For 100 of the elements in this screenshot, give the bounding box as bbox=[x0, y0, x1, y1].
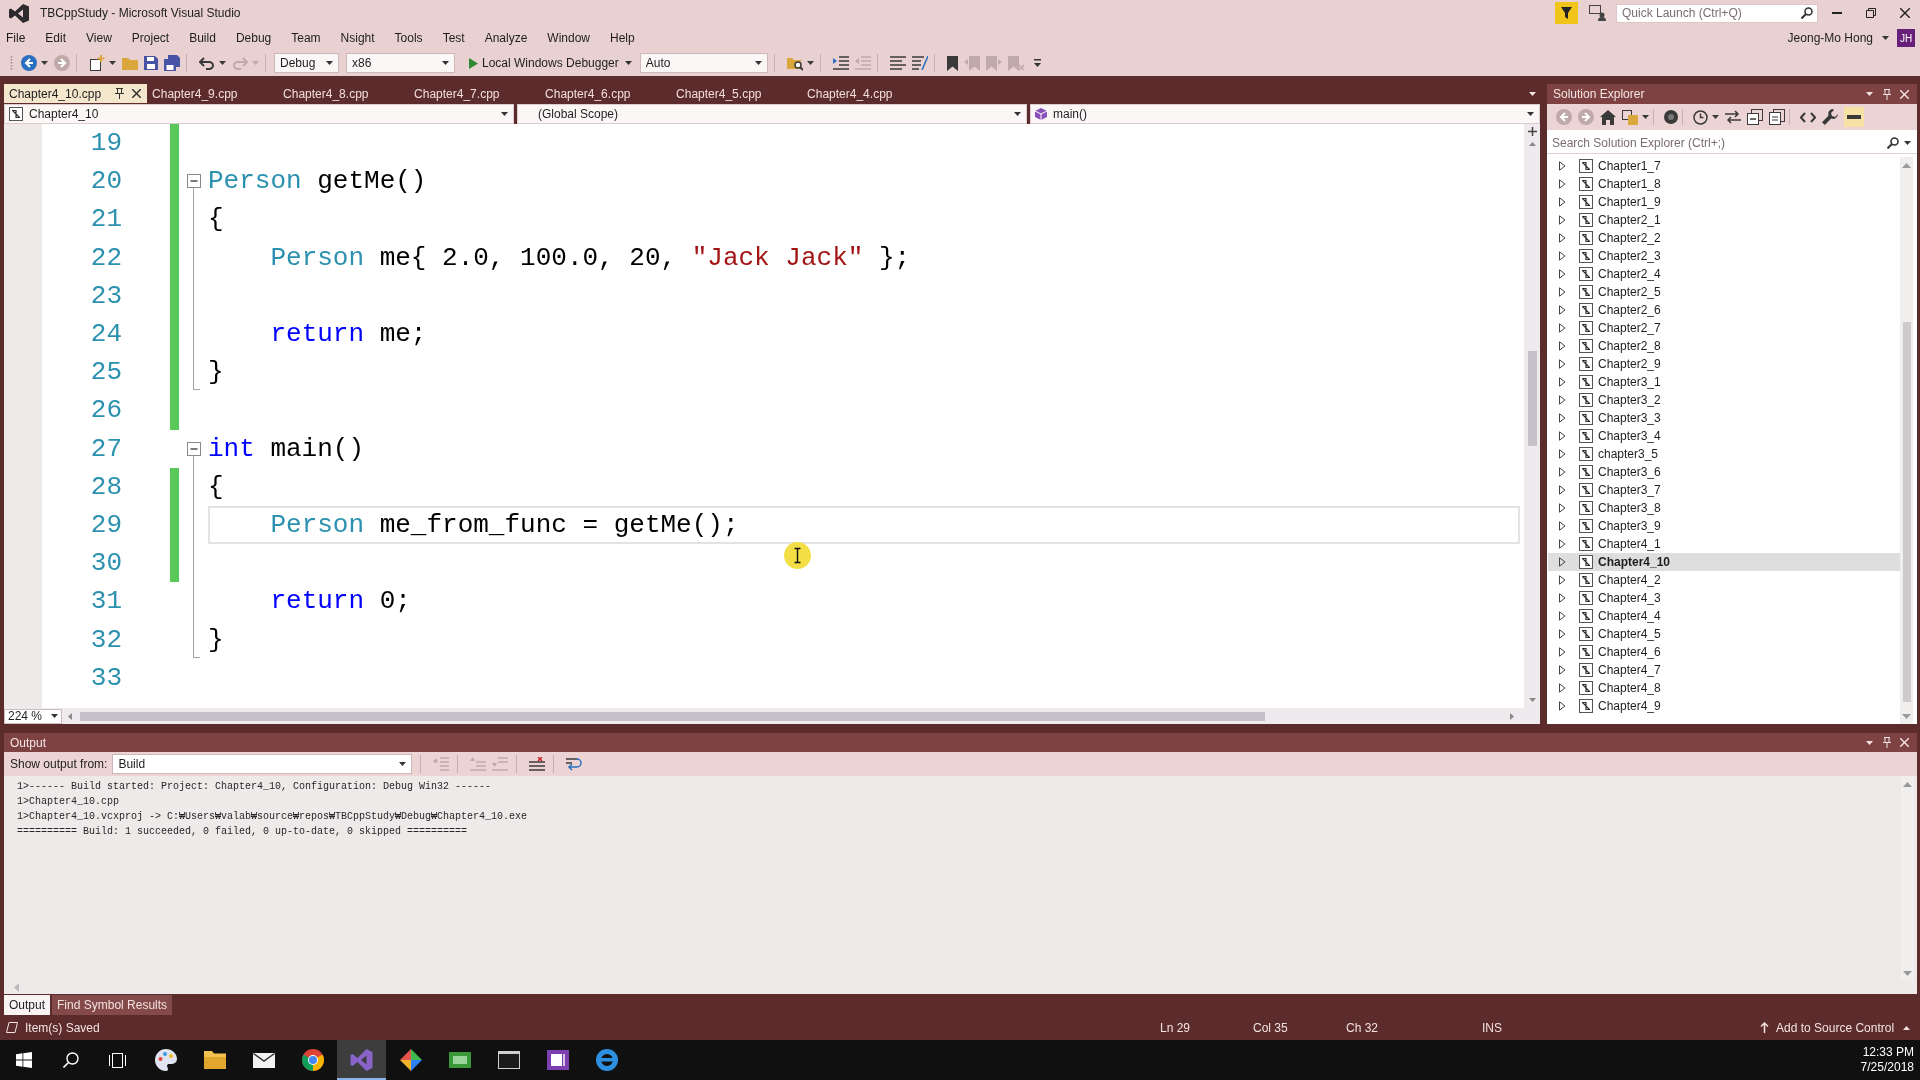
target-dropdown[interactable]: Auto bbox=[639, 53, 768, 73]
files-icon[interactable] bbox=[1769, 109, 1785, 125]
tree-item[interactable]: Chapter3_8 bbox=[1548, 499, 1900, 517]
tree-item[interactable]: Chapter4_2 bbox=[1548, 571, 1900, 589]
tree-item[interactable]: Chapter4_5 bbox=[1548, 625, 1900, 643]
expand-arrow-icon[interactable] bbox=[1559, 323, 1566, 333]
user-avatar[interactable]: JH bbox=[1897, 29, 1915, 47]
tree-item[interactable]: Chapter4_3 bbox=[1548, 589, 1900, 607]
expand-arrow-icon[interactable] bbox=[1559, 197, 1566, 207]
tree-item[interactable]: Chapter2_8 bbox=[1548, 337, 1900, 355]
expand-arrow-icon[interactable] bbox=[1559, 701, 1566, 711]
menu-item[interactable]: Project bbox=[121, 29, 180, 47]
menu-item[interactable]: Team bbox=[281, 29, 331, 47]
expand-arrow-icon[interactable] bbox=[1559, 467, 1566, 477]
tree-item[interactable]: Chapter3_9 bbox=[1548, 517, 1900, 535]
collapse-icon[interactable] bbox=[186, 441, 201, 456]
expand-arrow-icon[interactable] bbox=[1559, 395, 1566, 405]
tree-item[interactable]: Chapter2_1 bbox=[1548, 211, 1900, 229]
tree-item[interactable]: Chapter4_4 bbox=[1548, 607, 1900, 625]
folder-icon[interactable] bbox=[202, 1048, 227, 1072]
funnel-icon[interactable] bbox=[1555, 2, 1578, 24]
palette-icon[interactable] bbox=[153, 1048, 178, 1072]
caret-icon[interactable] bbox=[442, 61, 449, 65]
project-dropdown[interactable]: Chapter4_10 bbox=[4, 104, 514, 124]
caret-icon[interactable] bbox=[754, 61, 762, 65]
zoom-dropdown[interactable]: 224 % bbox=[4, 708, 62, 724]
minus-icon[interactable] bbox=[1844, 107, 1864, 127]
user-name[interactable]: Jeong-Mo Hong bbox=[1787, 31, 1873, 45]
lines-icon[interactable] bbox=[889, 56, 906, 70]
document-tab[interactable]: Chapter4_9.cpp bbox=[147, 84, 279, 103]
two-squares-icon[interactable] bbox=[1622, 109, 1638, 125]
caret-icon[interactable] bbox=[624, 61, 632, 65]
scroll-right-icon[interactable] bbox=[1510, 712, 1514, 720]
caret-icon[interactable] bbox=[399, 762, 407, 766]
menu-item[interactable]: Edit bbox=[35, 29, 77, 47]
tree-item[interactable]: Chapter3_2 bbox=[1548, 391, 1900, 409]
tree-item[interactable]: Chapter3_4 bbox=[1548, 427, 1900, 445]
scroll-down-icon[interactable] bbox=[1528, 698, 1536, 702]
tree-item[interactable]: Chapter2_5 bbox=[1548, 283, 1900, 301]
tree-item[interactable]: Chapter4_9 bbox=[1548, 697, 1900, 715]
caret-icon[interactable] bbox=[326, 61, 333, 65]
tree-item[interactable]: Chapter4_1 bbox=[1548, 535, 1900, 553]
tree-item[interactable]: Chapter2_7 bbox=[1548, 319, 1900, 337]
caret-icon[interactable] bbox=[109, 61, 116, 65]
expand-arrow-icon[interactable] bbox=[1559, 629, 1566, 639]
expand-arrow-icon[interactable] bbox=[1559, 485, 1566, 495]
caret-icon[interactable] bbox=[1712, 115, 1719, 119]
wrench-icon[interactable] bbox=[1822, 109, 1838, 125]
new-project-icon[interactable] bbox=[89, 55, 105, 71]
expand-arrow-icon[interactable] bbox=[1559, 503, 1566, 513]
expand-arrow-icon[interactable] bbox=[1559, 215, 1566, 225]
document-tab[interactable]: Chapter4_5.cpp bbox=[671, 84, 803, 103]
back-icon[interactable] bbox=[21, 55, 37, 71]
menu-item[interactable]: Tools bbox=[384, 29, 433, 47]
caret-icon[interactable] bbox=[1529, 91, 1536, 96]
expand-arrow-icon[interactable] bbox=[1559, 161, 1566, 171]
plus-icon[interactable] bbox=[1527, 127, 1537, 136]
caret-icon[interactable] bbox=[1903, 1025, 1910, 1030]
expand-arrow-icon[interactable] bbox=[1559, 593, 1566, 603]
expand-arrow-icon[interactable] bbox=[1559, 539, 1566, 549]
document-tab[interactable]: Chapter4_7.cpp bbox=[409, 84, 541, 103]
ribbon-logo-icon[interactable] bbox=[337, 1040, 386, 1080]
sync-arrows-icon[interactable] bbox=[1725, 110, 1741, 124]
tree-item[interactable]: Chapter3_1 bbox=[1548, 373, 1900, 391]
panel-tab[interactable]: Output bbox=[4, 995, 51, 1015]
expand-arrow-icon[interactable] bbox=[1559, 557, 1566, 567]
menu-item[interactable]: Analyze bbox=[474, 29, 538, 47]
expand-arrow-icon[interactable] bbox=[1559, 683, 1566, 693]
folder-search-icon[interactable] bbox=[786, 55, 803, 71]
indent-icon[interactable] bbox=[832, 56, 849, 70]
diamond-icon[interactable] bbox=[398, 1048, 423, 1072]
expand-arrow-icon[interactable] bbox=[1559, 521, 1566, 531]
tree-item[interactable]: Chapter2_6 bbox=[1548, 301, 1900, 319]
platform-dropdown[interactable]: x86 bbox=[346, 53, 455, 73]
tree-item[interactable]: Chapter3_6 bbox=[1548, 463, 1900, 481]
scrollbar-thumb[interactable] bbox=[80, 711, 1265, 721]
scope-dropdown[interactable]: (Global Scope) bbox=[517, 104, 1027, 124]
round-logo-icon[interactable] bbox=[300, 1048, 325, 1072]
tree-item[interactable]: Chapter4_8 bbox=[1548, 679, 1900, 697]
collapse-icon[interactable] bbox=[186, 174, 201, 189]
menu-item[interactable]: View bbox=[76, 29, 122, 47]
caret-icon[interactable] bbox=[219, 61, 226, 65]
expand-arrow-icon[interactable] bbox=[1559, 611, 1566, 621]
tree-item[interactable]: Chapter2_2 bbox=[1548, 229, 1900, 247]
scroll-left-icon[interactable] bbox=[68, 712, 72, 720]
document-tab[interactable]: Chapter4_10.cpp bbox=[4, 84, 148, 103]
expand-arrow-icon[interactable] bbox=[1559, 179, 1566, 189]
expand-arrow-icon[interactable] bbox=[1559, 377, 1566, 387]
tree-item[interactable]: Chapter2_4 bbox=[1548, 265, 1900, 283]
tree-item[interactable]: chapter3_5 bbox=[1548, 445, 1900, 463]
document-tab[interactable]: Chapter4_4.cpp bbox=[802, 84, 934, 103]
search-icon[interactable] bbox=[62, 1052, 79, 1068]
caret-icon[interactable] bbox=[51, 714, 58, 718]
code-icon[interactable] bbox=[1800, 111, 1816, 123]
menu-item[interactable]: Window bbox=[537, 29, 601, 47]
tree-item[interactable]: Chapter1_7 bbox=[1548, 157, 1900, 175]
expand-arrow-icon[interactable] bbox=[1559, 647, 1566, 657]
tree-item[interactable]: Chapter4_7 bbox=[1548, 661, 1900, 679]
caret-icon[interactable] bbox=[1642, 115, 1649, 119]
menu-item[interactable]: Debug bbox=[225, 29, 282, 47]
